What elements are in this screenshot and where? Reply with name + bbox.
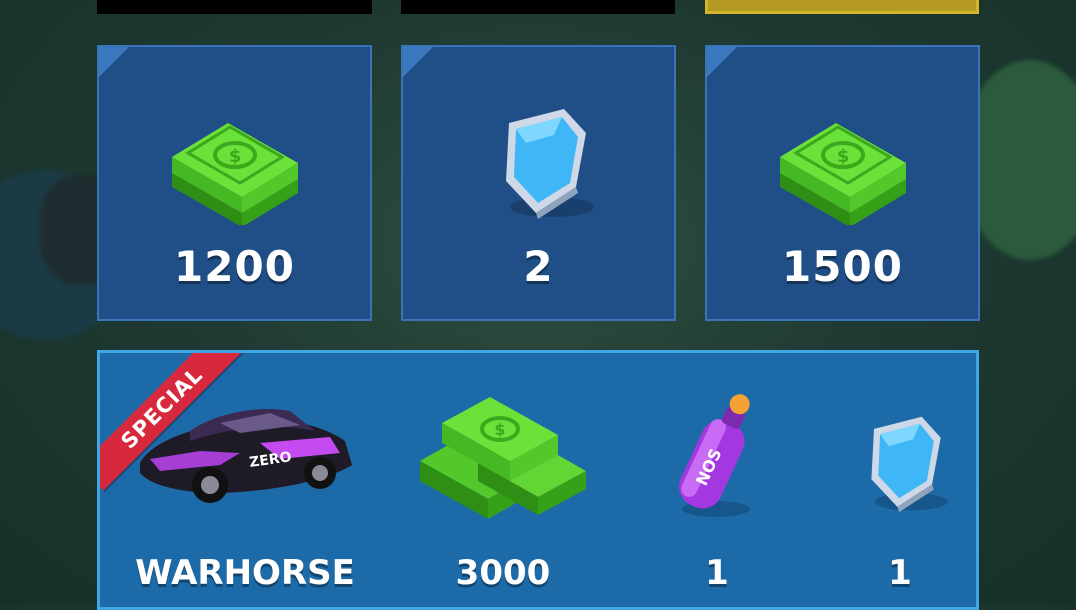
- special-offer-panel[interactable]: SPECIAL ZERO WARHORSE $ 3000 NOS 1 1: [97, 350, 979, 610]
- reward-card-shield-2[interactable]: 2: [401, 45, 676, 321]
- shield-gem-icon: [505, 109, 594, 219]
- svg-text:$: $: [494, 420, 505, 439]
- top-card-2[interactable]: [401, 0, 675, 14]
- cash-pile-icon: $: [420, 397, 586, 519]
- reward-value: 2: [523, 242, 554, 291]
- special-item-car-label: WARHORSE: [135, 553, 355, 593]
- reward-card-cash-1200[interactable]: $ 1200: [97, 45, 372, 321]
- svg-text:$: $: [836, 146, 849, 167]
- nos-bottle-icon: NOS: [678, 394, 750, 517]
- special-item-cash-label: 3000: [455, 553, 551, 593]
- top-card-1[interactable]: [97, 0, 372, 14]
- reward-card-cash-1500[interactable]: $ 1500: [705, 45, 980, 321]
- shield-gem-icon: [871, 416, 948, 513]
- reward-value: 1200: [174, 242, 295, 291]
- top-card-3[interactable]: [705, 0, 979, 14]
- reward-value: 1500: [782, 242, 903, 291]
- cash-stack-icon: $: [171, 123, 298, 225]
- sports-car-icon: ZERO: [140, 409, 352, 503]
- cash-stack-icon: $: [779, 123, 906, 225]
- svg-text:$: $: [228, 146, 241, 167]
- special-item-nos-label: 1: [705, 553, 729, 593]
- special-item-shield-label: 1: [888, 553, 912, 593]
